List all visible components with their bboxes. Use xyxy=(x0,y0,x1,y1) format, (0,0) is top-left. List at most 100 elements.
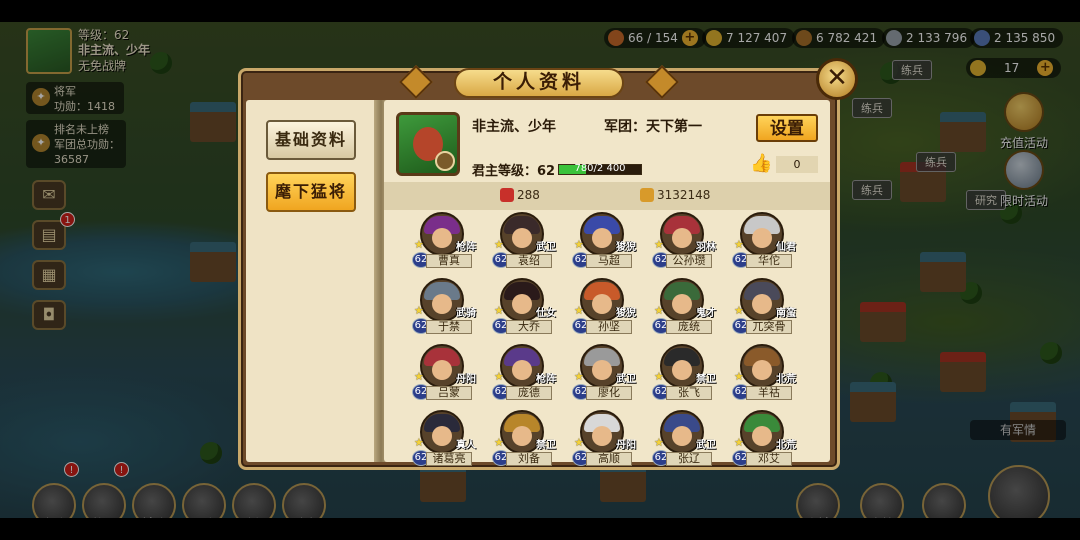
hero-face xyxy=(672,360,692,380)
profile-army: 军团：天下第一 xyxy=(604,119,702,135)
power-value: 3132148 xyxy=(657,188,711,202)
modal-header: 个人资料 xyxy=(398,65,680,102)
hero-card[interactable]: ★ 枪阵 62 庞德 xyxy=(492,344,556,404)
helmet-icon xyxy=(500,188,514,202)
hero-class: 丹阳 xyxy=(616,440,636,451)
hero-card[interactable]: ★ 北荒 62 邓艾 xyxy=(732,410,796,470)
hero-face xyxy=(752,228,772,248)
hero-card[interactable]: ★ 武骑 62 于禁 xyxy=(412,278,476,338)
hero-class: 真人 xyxy=(456,440,476,451)
hero-face xyxy=(752,294,772,314)
exp-progress-bar: 780/2 400 xyxy=(558,163,642,175)
hero-face xyxy=(432,426,452,446)
hero-face xyxy=(672,426,692,446)
star-icon: ★ xyxy=(574,436,584,449)
hero-face xyxy=(592,426,612,446)
hero-class: 南蛮 xyxy=(776,308,796,319)
hero-class: 仕女 xyxy=(536,308,556,319)
hero-card[interactable]: ★ 真人 62 诸葛亮 xyxy=(412,410,476,470)
battle-power-icon xyxy=(640,188,654,202)
hero-name: 刘备 xyxy=(506,452,552,466)
star-icon: ★ xyxy=(494,238,504,251)
hero-class: 禁卫 xyxy=(696,374,716,385)
hero-class: 禁卫 xyxy=(536,440,556,451)
hero-class: 武卫 xyxy=(616,374,636,385)
hero-face xyxy=(432,228,452,248)
letterbox-bottom xyxy=(0,518,1080,540)
hero-class: 北荒 xyxy=(776,440,796,451)
close-icon: ✕ xyxy=(826,63,848,93)
hero-card[interactable]: ★ 仕女 62 大乔 xyxy=(492,278,556,338)
hero-card[interactable]: ★ 武卫 62 廖化 xyxy=(572,344,636,404)
hero-card[interactable]: ★ 狻猊 62 孙坚 xyxy=(572,278,636,338)
hero-face xyxy=(432,294,452,314)
hero-card[interactable]: ★ 羽林 62 公孙瓒 xyxy=(652,212,716,272)
hero-class: 鬼才 xyxy=(696,308,716,319)
star-icon: ★ xyxy=(734,304,744,317)
hero-class: 北荒 xyxy=(776,374,796,385)
hero-card[interactable]: ★ 南蛮 62 兀突骨 xyxy=(732,278,796,338)
star-icon: ★ xyxy=(494,370,504,383)
hero-name: 吕蒙 xyxy=(426,386,472,400)
hero-name: 袁绍 xyxy=(506,254,552,268)
hero-face xyxy=(592,294,612,314)
hero-class: 狻猊 xyxy=(616,308,636,319)
hero-face xyxy=(512,360,532,380)
hero-name: 曹真 xyxy=(426,254,472,268)
hero-name: 张飞 xyxy=(666,386,712,400)
star-icon: ★ xyxy=(414,304,424,317)
lord-level: 君主等级：62 xyxy=(472,164,556,179)
settings-button[interactable]: 设置 xyxy=(756,114,818,142)
star-icon: ★ xyxy=(654,238,664,251)
star-icon: ★ xyxy=(654,436,664,449)
hero-face xyxy=(432,360,452,380)
star-icon: ★ xyxy=(494,304,504,317)
hero-class: 武骑 xyxy=(456,308,476,319)
hero-card[interactable]: ★ 武卫 62 袁绍 xyxy=(492,212,556,272)
hero-name: 华佗 xyxy=(746,254,792,268)
hero-face xyxy=(512,426,532,446)
hero-count-stat: 288 xyxy=(500,188,540,202)
hero-card[interactable]: ★ 丹阳 62 高顺 xyxy=(572,410,636,470)
hero-card[interactable]: ★ 禁卫 62 刘备 xyxy=(492,410,556,470)
ornament-left-icon xyxy=(399,65,433,99)
hero-face xyxy=(512,228,532,248)
hero-card[interactable]: ★ 武卫 62 张辽 xyxy=(652,410,716,470)
hero-card[interactable]: ★ 枪阵 62 曹真 xyxy=(412,212,476,272)
hero-face xyxy=(752,360,772,380)
hero-card[interactable]: ★ 仙君 62 华佗 xyxy=(732,212,796,272)
hero-face xyxy=(512,294,532,314)
hero-name: 庞德 xyxy=(506,386,552,400)
star-icon: ★ xyxy=(494,436,504,449)
star-icon: ★ xyxy=(734,238,744,251)
thumbs-up-icon[interactable]: 👍 xyxy=(750,154,772,174)
hero-card[interactable]: ★ 鬼才 62 庞统 xyxy=(652,278,716,338)
tab-basic-info[interactable]: 基础资料 xyxy=(266,120,356,160)
letterbox-top xyxy=(0,0,1080,22)
hero-card[interactable]: ★ 禁卫 62 张飞 xyxy=(652,344,716,404)
hero-card[interactable]: ★ 狻猊 62 马超 xyxy=(572,212,636,272)
star-icon: ★ xyxy=(574,370,584,383)
hero-card[interactable]: ★ 北荒 62 羊祜 xyxy=(732,344,796,404)
hero-name: 马超 xyxy=(586,254,632,268)
star-icon: ★ xyxy=(654,370,664,383)
hero-name: 公孙瓒 xyxy=(666,254,712,268)
hero-name: 廖化 xyxy=(586,386,632,400)
profile-name: 非主流、少年 xyxy=(472,119,556,135)
close-button[interactable]: ✕ xyxy=(816,58,858,100)
hero-name: 羊祜 xyxy=(746,386,792,400)
hero-class: 枪阵 xyxy=(456,242,476,253)
profile-avatar[interactable] xyxy=(396,112,460,176)
hero-card[interactable]: ★ 丹阳 62 吕蒙 xyxy=(412,344,476,404)
ornament-right-icon xyxy=(645,65,679,99)
tab-heroes[interactable]: 麾下猛将 xyxy=(266,172,356,212)
hero-name: 大乔 xyxy=(506,320,552,334)
hero-name: 兀突骨 xyxy=(746,320,792,334)
star-icon: ★ xyxy=(654,304,664,317)
hero-face xyxy=(592,360,612,380)
star-icon: ★ xyxy=(734,370,744,383)
stats-strip: 288 3132148 xyxy=(384,182,830,210)
change-avatar-icon[interactable] xyxy=(435,151,455,171)
hero-face xyxy=(672,228,692,248)
hero-name: 孙坚 xyxy=(586,320,632,334)
